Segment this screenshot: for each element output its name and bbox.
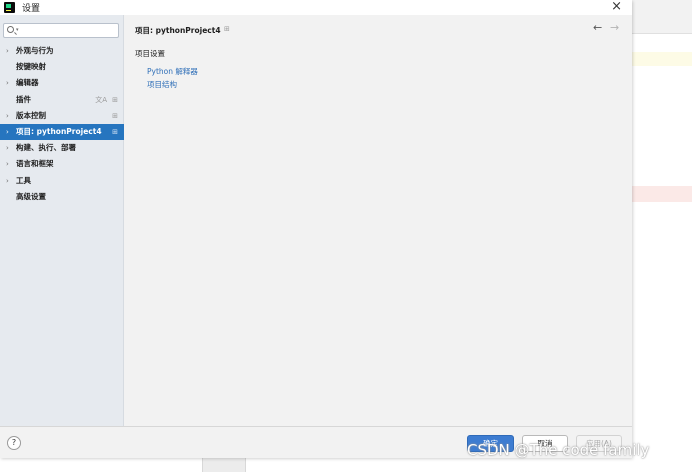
search-input[interactable]: ▾ — [3, 23, 119, 38]
watermark: CSDN @The code family — [467, 441, 650, 459]
sidebar-item-label: 插件 — [16, 94, 31, 104]
background-tab — [202, 458, 246, 472]
arrow-right-icon[interactable]: → — [610, 21, 619, 34]
sidebar-item-label: 项目: pythonProject4 — [16, 126, 102, 136]
close-icon[interactable]: × — [611, 0, 622, 14]
gear-icon: ⊞ — [112, 111, 118, 120]
python-interpreter-link[interactable]: Python 解释器 — [147, 66, 198, 77]
chevron-right-icon[interactable]: › — [6, 140, 9, 156]
chevron-right-icon[interactable]: › — [6, 156, 9, 172]
arrow-left-icon[interactable]: ← — [593, 21, 602, 34]
background-toolbar — [632, 0, 692, 34]
sidebar-item-label: 版本控制 — [16, 110, 46, 120]
gear-icon: ⊞ — [224, 25, 230, 33]
sidebar-item[interactable]: 插件 文A ⊞ — [0, 92, 124, 108]
sidebar-item-label: 编辑器 — [16, 78, 39, 88]
sidebar-item-label: 语言和框架 — [16, 159, 54, 169]
help-icon[interactable]: ? — [7, 436, 21, 450]
translate-icon: 文A — [95, 95, 107, 104]
search-dropdown-icon[interactable]: ▾ — [16, 27, 19, 33]
chevron-right-icon[interactable]: › — [6, 124, 9, 140]
settings-sidebar: ▾ › 外观与行为按键映射 › 编辑器插件 文A ⊞ › 版本控制 ⊞ › 项目: pythonPr… — [0, 15, 124, 426]
background-highlight-line — [632, 52, 692, 66]
gear-icon: ⊞ — [112, 127, 118, 136]
project-structure-link[interactable]: 项目结构 — [147, 79, 177, 90]
sidebar-item[interactable]: › 编辑器 — [0, 75, 124, 91]
section-title: 项目设置 — [135, 49, 165, 58]
settings-tree: › 外观与行为按键映射 › 编辑器插件 文A ⊞ › 版本控制 ⊞ › 项目: pythonProj… — [0, 43, 124, 205]
sidebar-item-label: 工具 — [16, 175, 31, 185]
sidebar-item[interactable]: 高级设置 — [0, 189, 124, 205]
chevron-right-icon[interactable]: › — [6, 173, 9, 189]
sidebar-item[interactable]: › 构建、执行、部署 — [0, 140, 124, 156]
sidebar-item[interactable]: 按键映射 — [0, 59, 124, 75]
background-ide-panel — [632, 0, 692, 472]
sidebar-item-label: 构建、执行、部署 — [16, 143, 76, 153]
chevron-right-icon[interactable]: › — [6, 75, 9, 91]
page-title: 项目: pythonProject4 — [135, 26, 221, 35]
sidebar-item[interactable]: › 语言和框架 — [0, 156, 124, 172]
pycharm-app-icon — [4, 2, 15, 13]
settings-dialog: 设置 × ▾ › 外观与行为按键映射 › 编辑器插件 文A ⊞ › 版本控制 ⊞ › 项目: pyt… — [0, 0, 632, 458]
chevron-right-icon[interactable]: › — [6, 43, 9, 59]
sidebar-item-label: 外观与行为 — [16, 46, 54, 55]
gear-icon: ⊞ — [112, 95, 118, 104]
settings-content: 项目: pythonProject4 ⊞ ← → 项目设置 Python 解释器… — [124, 15, 632, 426]
search-icon — [7, 26, 14, 33]
window-title: 设置 — [22, 4, 41, 14]
sidebar-item[interactable]: › 外观与行为 — [0, 43, 124, 59]
sidebar-item[interactable]: › 工具 — [0, 173, 124, 189]
background-status-strip — [0, 458, 692, 472]
sidebar-item[interactable]: › 版本控制 ⊞ — [0, 108, 124, 124]
sidebar-item-label: 按键映射 — [16, 62, 46, 72]
sidebar-item[interactable]: › 项目: pythonProject4 ⊞ — [0, 123, 124, 141]
background-error-line — [632, 186, 692, 202]
sidebar-item-label: 高级设置 — [16, 191, 46, 201]
chevron-right-icon[interactable]: › — [6, 108, 9, 124]
title-bar: 设置 × — [0, 0, 632, 15]
